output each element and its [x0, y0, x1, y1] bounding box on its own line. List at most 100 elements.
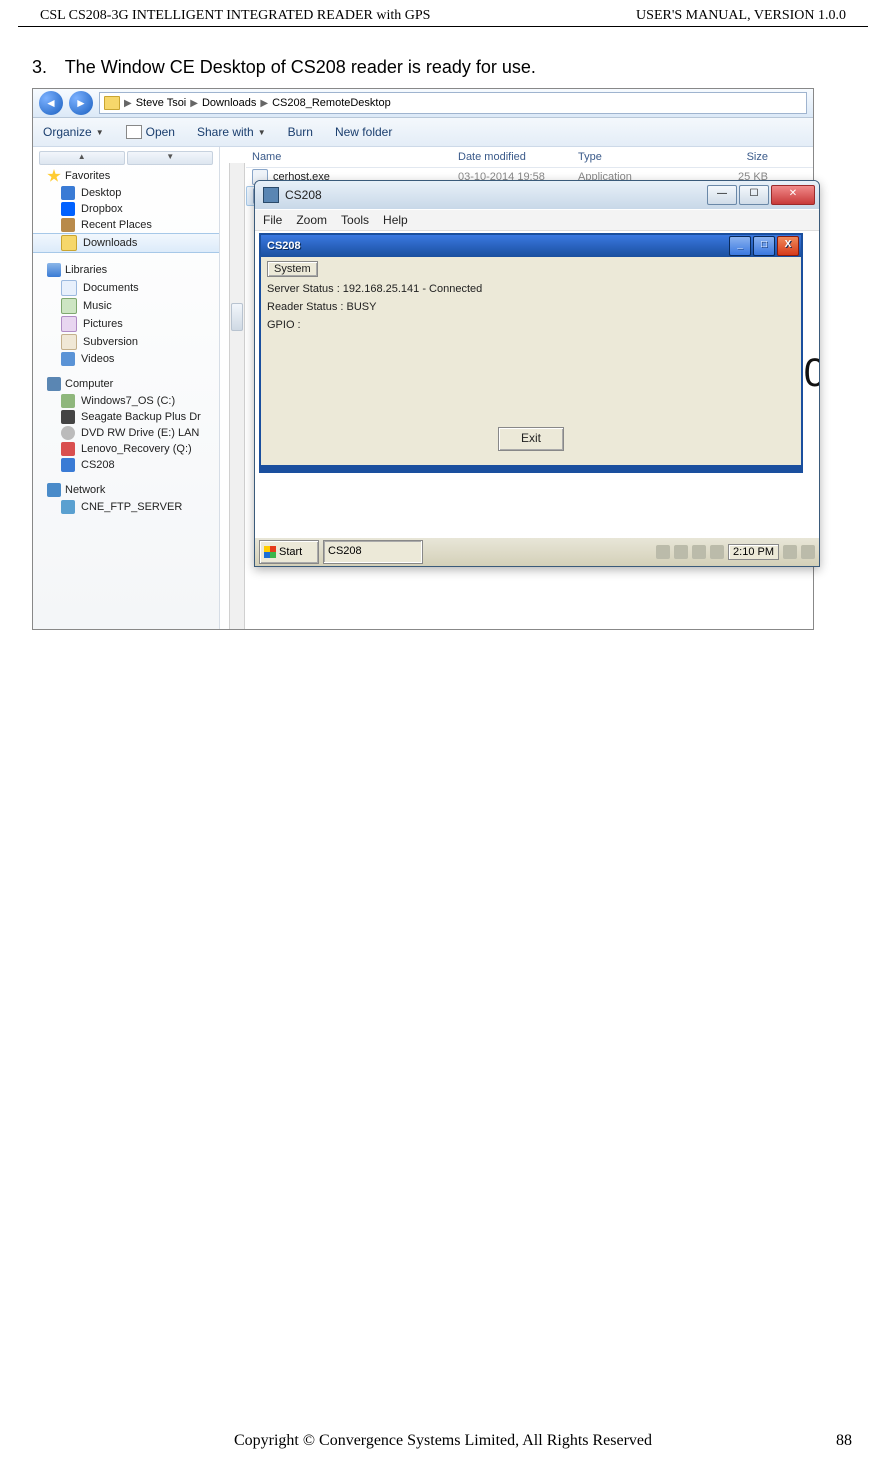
inner-minimize-button[interactable]: _	[729, 236, 751, 256]
videos-icon	[61, 352, 75, 366]
sidebar-favorites[interactable]: Favorites	[33, 167, 219, 185]
minimize-button[interactable]: —	[707, 185, 737, 205]
content: 3. The Window CE Desktop of CS208 reader…	[0, 27, 886, 630]
inner-body: System Server Status : 192.168.25.141 - …	[261, 257, 801, 465]
crumb-2[interactable]: CS208_RemoteDesktop	[272, 97, 391, 109]
tray-icon[interactable]	[710, 545, 724, 559]
share-button[interactable]: Share with ▼	[197, 125, 266, 139]
page-footer: Copyright © Convergence Systems Limited,…	[0, 1432, 886, 1450]
system-button[interactable]: System	[267, 261, 318, 277]
music-icon	[61, 298, 77, 314]
recovery-icon	[61, 442, 75, 456]
column-headers[interactable]: Name Date modified Type Size	[246, 147, 813, 168]
close-button[interactable]: ✕	[771, 185, 815, 205]
open-button[interactable]: Open	[126, 125, 175, 139]
network-icon	[47, 483, 61, 497]
sidebar-item-c-drive[interactable]: Windows7_OS (C:)	[33, 393, 219, 409]
reader-status: Reader Status : BUSY	[267, 301, 795, 313]
crumb-1[interactable]: Downloads	[202, 97, 256, 109]
page-header: CSL CS208-3G INTELLIGENT INTEGRATED READ…	[18, 0, 868, 27]
server-status: Server Status : 192.168.25.141 - Connect…	[267, 283, 795, 295]
inner-border	[261, 465, 801, 471]
tray-icon[interactable]	[801, 545, 815, 559]
sidebar-scroll[interactable]: ▲▼	[39, 151, 213, 165]
app-icon	[263, 187, 279, 203]
sidebar-item-desktop[interactable]: Desktop	[33, 185, 219, 201]
sidebar-item-subversion[interactable]: Subversion	[33, 333, 219, 351]
sidebar-item-videos[interactable]: Videos	[33, 351, 219, 367]
desktop-icon	[61, 186, 75, 200]
sidebar-item-cs208[interactable]: CS208	[33, 457, 219, 473]
cs208-window: CS208 — ☐ ✕ File Zoom Tools Help dded CE…	[254, 180, 820, 567]
step-number: 3.	[32, 57, 60, 78]
address-bar: ◄ ► ▶ Steve Tsoi ▶ Downloads ▶ CS208_Rem…	[33, 89, 813, 118]
computer-icon	[47, 377, 61, 391]
subversion-icon	[61, 334, 77, 350]
header-right: USER'S MANUAL, VERSION 1.0.0	[636, 8, 846, 24]
page-number: 88	[836, 1432, 852, 1450]
open-icon	[126, 125, 142, 139]
menu-zoom[interactable]: Zoom	[296, 213, 327, 227]
copyright: Copyright © Convergence Systems Limited,…	[234, 1432, 652, 1449]
sidebar-libraries[interactable]: Libraries	[33, 261, 219, 279]
libraries-icon	[47, 263, 61, 277]
hdd-icon	[61, 410, 75, 424]
menu-help[interactable]: Help	[383, 213, 408, 227]
sidebar-network[interactable]: Network	[33, 481, 219, 499]
taskbar-item[interactable]: CS208	[323, 540, 423, 564]
sidebar-computer[interactable]: Computer	[33, 375, 219, 393]
taskbar: Start CS208 2:10 PM	[255, 537, 819, 566]
dropbox-icon	[61, 202, 75, 216]
exit-button[interactable]: Exit	[498, 427, 564, 451]
pictures-icon	[61, 316, 77, 332]
sidebar-item-documents[interactable]: Documents	[33, 279, 219, 297]
nav-back-button[interactable]: ◄	[39, 91, 63, 115]
sidebar-item-seagate[interactable]: Seagate Backup Plus Dr	[33, 409, 219, 425]
maximize-button[interactable]: ☐	[739, 185, 769, 205]
col-type[interactable]: Type	[578, 151, 688, 163]
sidebar-item-downloads[interactable]: Downloads	[33, 233, 219, 253]
header-left: CSL CS208-3G INTELLIGENT INTEGRATED READ…	[40, 8, 430, 24]
tray-icon[interactable]	[674, 545, 688, 559]
new-folder-button[interactable]: New folder	[335, 125, 392, 139]
chevron-down-icon: ▼	[96, 128, 104, 137]
inner-maximize-button[interactable]: □	[753, 236, 775, 256]
menu-tools[interactable]: Tools	[341, 213, 369, 227]
burn-button[interactable]: Burn	[288, 125, 313, 139]
chevron-down-icon: ▼	[258, 128, 266, 137]
step-line: 3. The Window CE Desktop of CS208 reader…	[32, 57, 864, 78]
sidebar-item-ftp[interactable]: CNE_FTP_SERVER	[33, 499, 219, 515]
breadcrumb[interactable]: ▶ Steve Tsoi ▶ Downloads ▶ CS208_RemoteD…	[99, 92, 807, 114]
explorer-window: ◄ ► ▶ Steve Tsoi ▶ Downloads ▶ CS208_Rem…	[32, 88, 814, 630]
folder-icon	[104, 96, 120, 110]
col-name[interactable]: Name	[246, 151, 458, 163]
start-button[interactable]: Start	[259, 540, 319, 564]
sidebar-item-dropbox[interactable]: Dropbox	[33, 201, 219, 217]
toolbar: Organize ▼ Open Share with ▼ Burn New fo…	[33, 118, 813, 147]
chevron-icon: ▶	[190, 98, 198, 109]
gpio-status: GPIO :	[267, 319, 795, 331]
sidebar-item-recent[interactable]: Recent Places	[33, 217, 219, 233]
dvd-icon	[61, 426, 75, 440]
sidebar-item-music[interactable]: Music	[33, 297, 219, 315]
crumb-0[interactable]: Steve Tsoi	[136, 97, 187, 109]
cs208-menubar: File Zoom Tools Help	[255, 209, 819, 231]
inner-titlebar[interactable]: CS208 _ □ X	[261, 235, 801, 257]
sidebar-item-pictures[interactable]: Pictures	[33, 315, 219, 333]
tray-icon[interactable]	[783, 545, 797, 559]
col-date[interactable]: Date modified	[458, 151, 578, 163]
organize-button[interactable]: Organize ▼	[43, 125, 104, 139]
drive-icon	[61, 394, 75, 408]
cs208-titlebar[interactable]: CS208 — ☐ ✕	[255, 181, 819, 209]
tray-clock[interactable]: 2:10 PM	[728, 544, 779, 560]
cs208-content: dded CE 6.0 CS208 _ □ X System Server St…	[255, 231, 819, 537]
nav-fwd-button[interactable]: ►	[69, 91, 93, 115]
recent-icon	[61, 218, 75, 232]
sidebar-item-dvd[interactable]: DVD RW Drive (E:) LAN	[33, 425, 219, 441]
menu-file[interactable]: File	[263, 213, 282, 227]
inner-close-button[interactable]: X	[777, 236, 799, 256]
tray-icon[interactable]	[692, 545, 706, 559]
sidebar-item-recovery[interactable]: Lenovo_Recovery (Q:)	[33, 441, 219, 457]
col-size[interactable]: Size	[688, 151, 778, 163]
tray-icon[interactable]	[656, 545, 670, 559]
